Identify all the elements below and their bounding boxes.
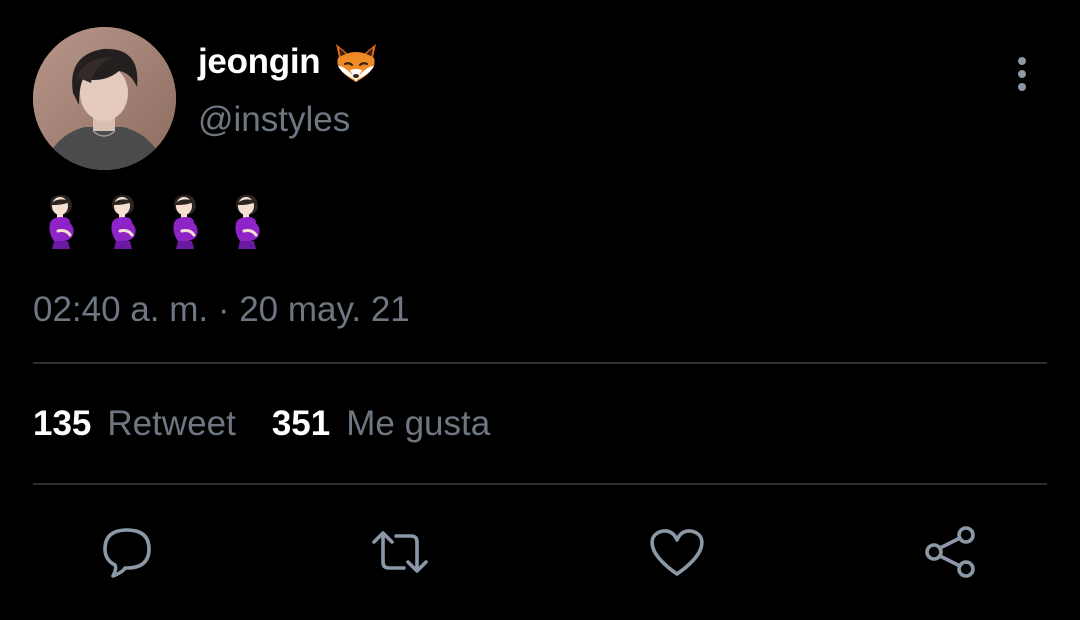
tweet-timestamp[interactable]: 02:40 a. m. · 20 may. 21 xyxy=(33,290,410,330)
share-icon[interactable] xyxy=(920,522,980,582)
fox-face-emoji xyxy=(332,40,380,84)
reply-icon[interactable] xyxy=(99,522,159,582)
avatar[interactable] xyxy=(33,27,176,170)
like-label[interactable]: Me gusta xyxy=(346,404,490,444)
user-handle[interactable]: @instyles xyxy=(198,100,350,140)
retweet-icon[interactable] xyxy=(370,522,430,582)
author-name-row: jeongin xyxy=(198,38,380,86)
divider xyxy=(33,483,1047,485)
pregnant-woman-emoji xyxy=(40,193,82,251)
more-vertical-icon[interactable] xyxy=(1006,55,1038,95)
pregnant-woman-emoji xyxy=(164,193,206,251)
retweet-count[interactable]: 135 xyxy=(33,404,91,444)
retweet-label[interactable]: Retweet xyxy=(107,404,235,444)
divider xyxy=(33,362,1047,364)
like-count[interactable]: 351 xyxy=(272,404,330,444)
pregnant-woman-emoji xyxy=(102,193,144,251)
tweet-body xyxy=(40,193,288,253)
like-icon[interactable] xyxy=(647,522,707,582)
tweet-stats: 135 Retweet 351 Me gusta xyxy=(33,404,490,444)
pregnant-woman-emoji xyxy=(226,193,268,251)
display-name[interactable]: jeongin xyxy=(198,42,321,82)
